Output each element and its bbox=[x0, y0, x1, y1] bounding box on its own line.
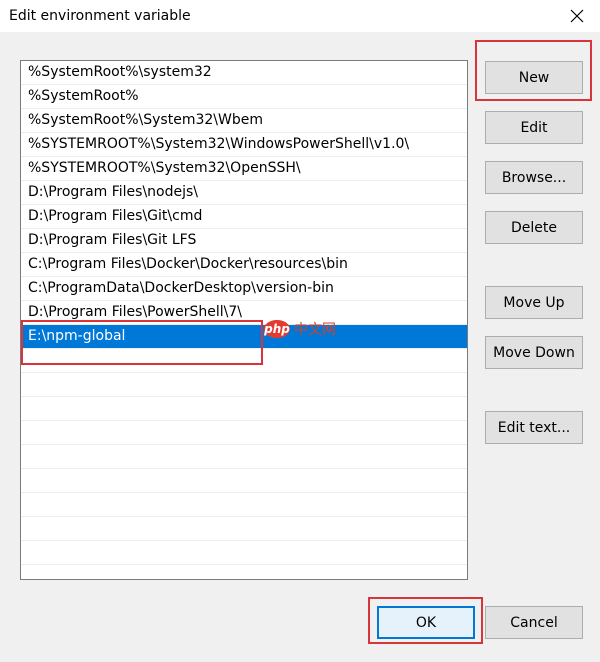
empty-list-row[interactable] bbox=[21, 517, 467, 541]
empty-list-row[interactable] bbox=[21, 445, 467, 469]
empty-list-row[interactable] bbox=[21, 373, 467, 397]
cancel-button[interactable]: Cancel bbox=[485, 606, 583, 639]
path-list[interactable]: %SystemRoot%\system32 %SystemRoot% %System… bbox=[20, 60, 468, 580]
browse-button[interactable]: Browse... bbox=[485, 161, 583, 194]
close-button[interactable] bbox=[554, 0, 600, 32]
list-item-label: D:\Program Files\PowerShell\7\ bbox=[28, 304, 242, 320]
move-up-button[interactable]: Move Up bbox=[485, 286, 583, 319]
title-bar: Edit environment variable bbox=[0, 0, 600, 32]
watermark-badge: php bbox=[264, 320, 290, 338]
list-item-label: C:\Program Files\Docker\Docker\resources… bbox=[28, 256, 348, 272]
list-item[interactable]: %SYSTEMROOT%\System32\WindowsPowerShell\… bbox=[21, 133, 467, 157]
list-item[interactable]: %SystemRoot%\system32 bbox=[21, 61, 467, 85]
list-item-label: %SystemRoot%\System32\Wbem bbox=[28, 112, 263, 128]
list-item[interactable]: %SYSTEMROOT%\System32\OpenSSH\ bbox=[21, 157, 467, 181]
edit-text-button[interactable]: Edit text... bbox=[485, 411, 583, 444]
list-item-label: D:\Program Files\Git\cmd bbox=[28, 208, 203, 224]
close-icon bbox=[570, 9, 584, 23]
list-item-label: %SYSTEMROOT%\System32\WindowsPowerShell\… bbox=[28, 136, 410, 152]
list-item-label: %SYSTEMROOT%\System32\OpenSSH\ bbox=[28, 160, 301, 176]
empty-list-row[interactable] bbox=[21, 397, 467, 421]
ok-button[interactable]: OK bbox=[377, 606, 475, 639]
empty-list-row[interactable] bbox=[21, 469, 467, 493]
list-item-label: E:\npm-global bbox=[28, 328, 126, 344]
list-item-label: %SystemRoot% bbox=[28, 88, 139, 104]
edit-button[interactable]: Edit bbox=[485, 111, 583, 144]
list-item[interactable]: E:\npm-global bbox=[21, 325, 467, 349]
empty-list-row[interactable] bbox=[21, 541, 467, 565]
watermark-text: 中文网 bbox=[294, 322, 336, 338]
list-item[interactable]: D:\Program Files\PowerShell\7\ bbox=[21, 301, 467, 325]
list-item[interactable]: D:\Program Files\Git LFS bbox=[21, 229, 467, 253]
list-item[interactable]: %SystemRoot%\System32\Wbem bbox=[21, 109, 467, 133]
empty-list-row[interactable] bbox=[21, 493, 467, 517]
window-title: Edit environment variable bbox=[9, 8, 191, 24]
list-item[interactable]: %SystemRoot% bbox=[21, 85, 467, 109]
empty-list-row[interactable] bbox=[21, 421, 467, 445]
list-item-label: C:\ProgramData\DockerDesktop\version-bin bbox=[28, 280, 334, 296]
list-item-label: D:\Program Files\Git LFS bbox=[28, 232, 197, 248]
list-item[interactable]: C:\ProgramData\DockerDesktop\version-bin bbox=[21, 277, 467, 301]
list-item[interactable]: D:\Program Files\nodejs\ bbox=[21, 181, 467, 205]
delete-button[interactable]: Delete bbox=[485, 211, 583, 244]
watermark: php 中文网 bbox=[264, 319, 336, 339]
empty-list-row[interactable] bbox=[21, 349, 467, 373]
list-item[interactable]: C:\Program Files\Docker\Docker\resources… bbox=[21, 253, 467, 277]
empty-list-row[interactable] bbox=[21, 565, 467, 579]
move-down-button[interactable]: Move Down bbox=[485, 336, 583, 369]
new-button[interactable]: New bbox=[485, 61, 583, 94]
list-item-label: %SystemRoot%\system32 bbox=[28, 64, 212, 80]
list-item[interactable]: D:\Program Files\Git\cmd bbox=[21, 205, 467, 229]
list-item-label: D:\Program Files\nodejs\ bbox=[28, 184, 199, 200]
